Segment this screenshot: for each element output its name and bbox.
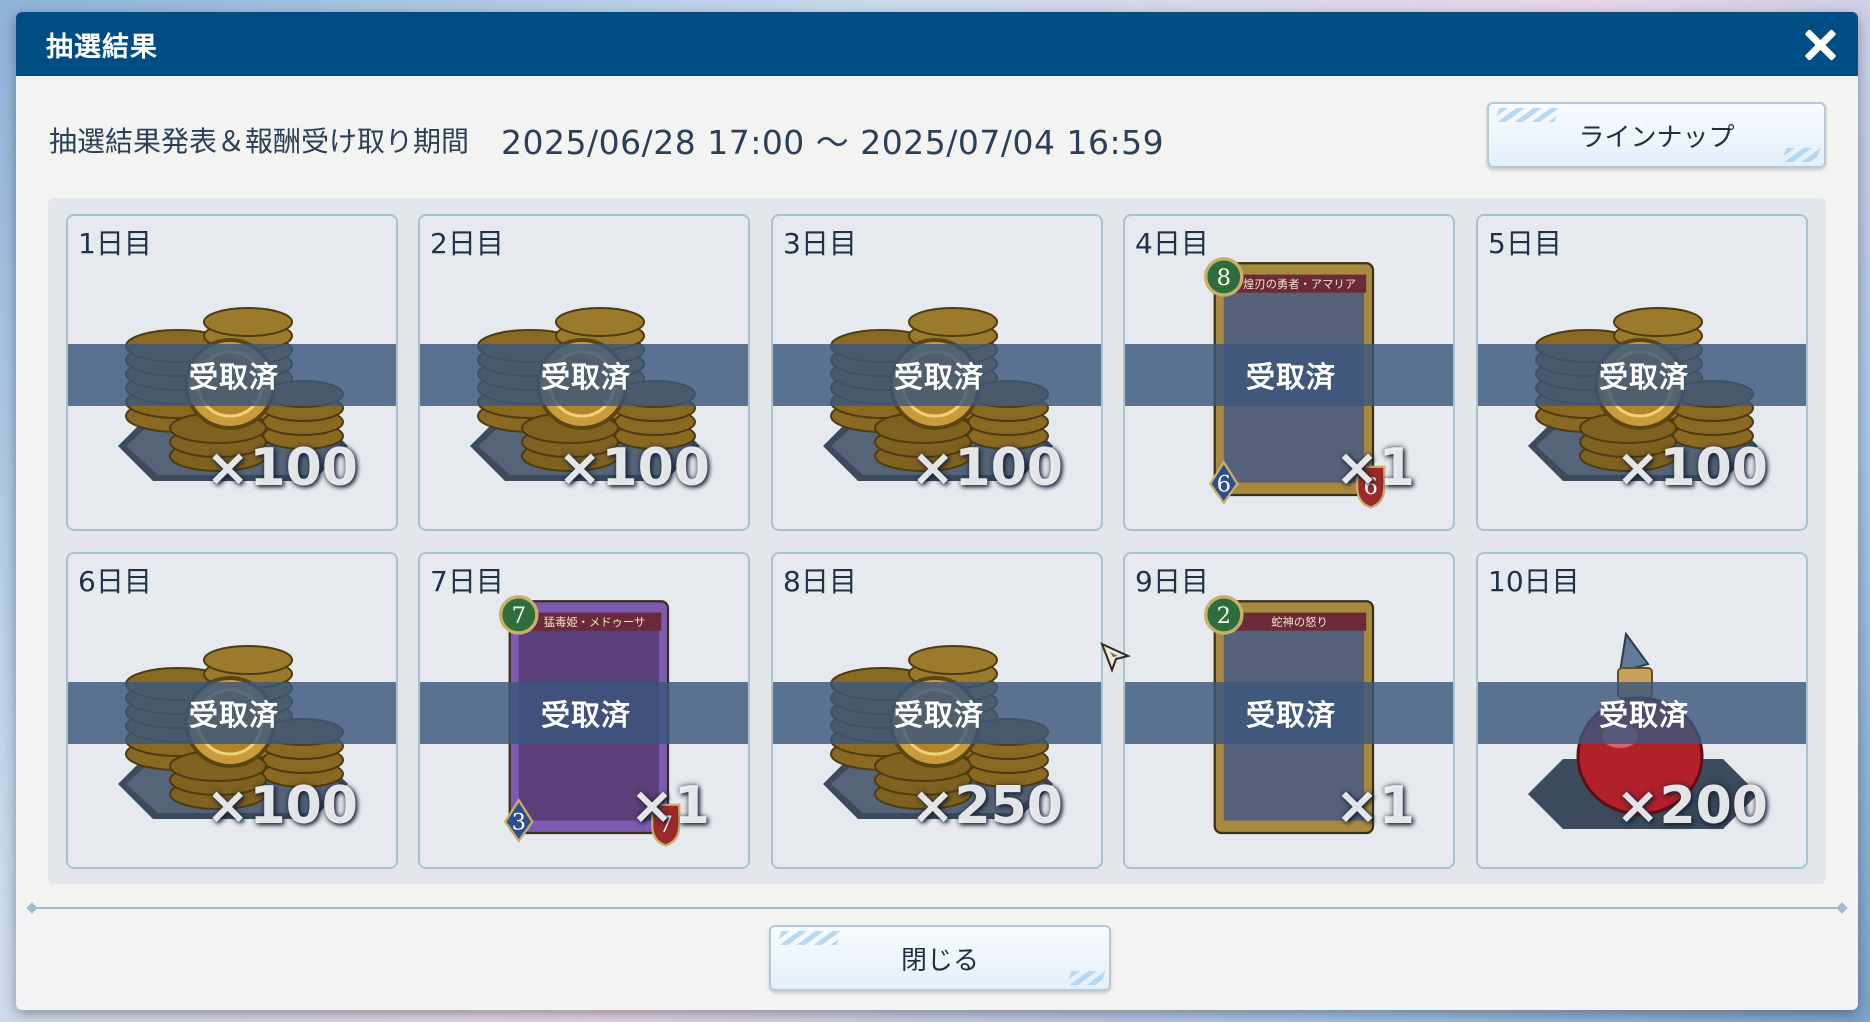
quantity: ×100: [1615, 438, 1768, 498]
period-range: 2025/06/28 17:00 ～ 2025/07/04 16:59: [501, 123, 1165, 162]
claimed-badge: 受取済: [773, 344, 1101, 406]
reward-tile: 6日目 ×100 受取済: [66, 552, 398, 869]
close-icon[interactable]: [1800, 24, 1840, 64]
quantity: ×1: [1335, 438, 1415, 498]
cursor-icon: [1100, 642, 1131, 673]
day-label: 9日目: [1135, 565, 1209, 598]
close-button[interactable]: 閉じる: [769, 925, 1111, 991]
reward-tile: 蛇神の怒り 2 9日目 ×1 受取済: [1123, 552, 1455, 869]
title-bar: 抽選結果: [16, 12, 1858, 76]
svg-text:7: 7: [512, 603, 526, 629]
svg-text:猛毒姫・メドゥーサ: 猛毒姫・メドゥーサ: [544, 615, 645, 629]
quantity: ×100: [205, 776, 358, 836]
reward-tile: 5日目 ×100 受取済: [1476, 214, 1808, 531]
day-label: 5日目: [1488, 227, 1562, 260]
quantity: ×100: [910, 438, 1063, 498]
claimed-badge: 受取済: [1478, 682, 1806, 744]
day-label: 2日目: [430, 227, 504, 260]
reward-tile: 8日目 ×250 受取済: [771, 552, 1103, 869]
quantity: ×1: [1335, 776, 1415, 836]
period-label: 抽選結果発表＆報酬受け取り期間: [49, 125, 470, 158]
quantity: ×1: [630, 776, 710, 836]
claimed-badge: 受取済: [420, 682, 748, 744]
claimed-badge: 受取済: [773, 682, 1101, 744]
day-label: 8日目: [783, 565, 857, 598]
lineup-button[interactable]: ラインナップ: [1487, 102, 1826, 168]
svg-text:煌刃の勇者・アマリア: 煌刃の勇者・アマリア: [1243, 278, 1356, 291]
day-label: 10日目: [1488, 565, 1580, 598]
reward-tile: 2日目 ×100 受取済: [418, 214, 750, 531]
dialog-title: 抽選結果: [46, 31, 158, 63]
divider: [28, 907, 1846, 909]
day-label: 1日目: [78, 227, 152, 260]
reward-period: 抽選結果発表＆報酬受け取り期間 2025/06/28 17:00 ～ 2025/…: [49, 116, 1164, 164]
claimed-badge: 受取済: [1125, 682, 1453, 744]
lottery-result-dialog: 抽選結果 抽選結果発表＆報酬受け取り期間 2025/06/28 17:00 ～ …: [16, 12, 1858, 1010]
reward-tile: 1日目 ×100 受取済: [66, 214, 398, 531]
svg-text:6: 6: [1217, 472, 1231, 498]
reward-tile: 煌刃の勇者・アマリア 8 66 4日目 ×1 受取済: [1123, 214, 1455, 531]
reward-tile: 10日目 ×200 受取済: [1476, 552, 1808, 869]
quantity: ×200: [1615, 776, 1768, 836]
claimed-badge: 受取済: [1478, 344, 1806, 406]
day-label: 7日目: [430, 565, 504, 598]
claimed-badge: 受取済: [420, 344, 748, 406]
claimed-badge: 受取済: [68, 344, 396, 406]
reward-tile: 猛毒姫・メドゥーサ 7 37 7日目 ×1 受取済: [418, 552, 750, 869]
day-label: 6日目: [78, 565, 152, 598]
svg-text:3: 3: [512, 810, 526, 836]
svg-text:蛇神の怒り: 蛇神の怒り: [1271, 615, 1328, 629]
reward-tile: 3日目 ×100 受取済: [771, 214, 1103, 531]
svg-text:8: 8: [1217, 265, 1231, 291]
claimed-badge: 受取済: [1125, 344, 1453, 406]
quantity: ×100: [205, 438, 358, 498]
quantity: ×250: [910, 776, 1063, 836]
claimed-badge: 受取済: [68, 682, 396, 744]
reward-grid: 1日目 ×100 受取済 2日目 ×100 受取済 3日目 ×100 受取済 煌刃の勇者・ア…: [48, 198, 1826, 884]
day-label: 4日目: [1135, 227, 1209, 260]
quantity: ×100: [557, 438, 710, 498]
day-label: 3日目: [783, 227, 857, 260]
svg-text:2: 2: [1217, 603, 1231, 629]
